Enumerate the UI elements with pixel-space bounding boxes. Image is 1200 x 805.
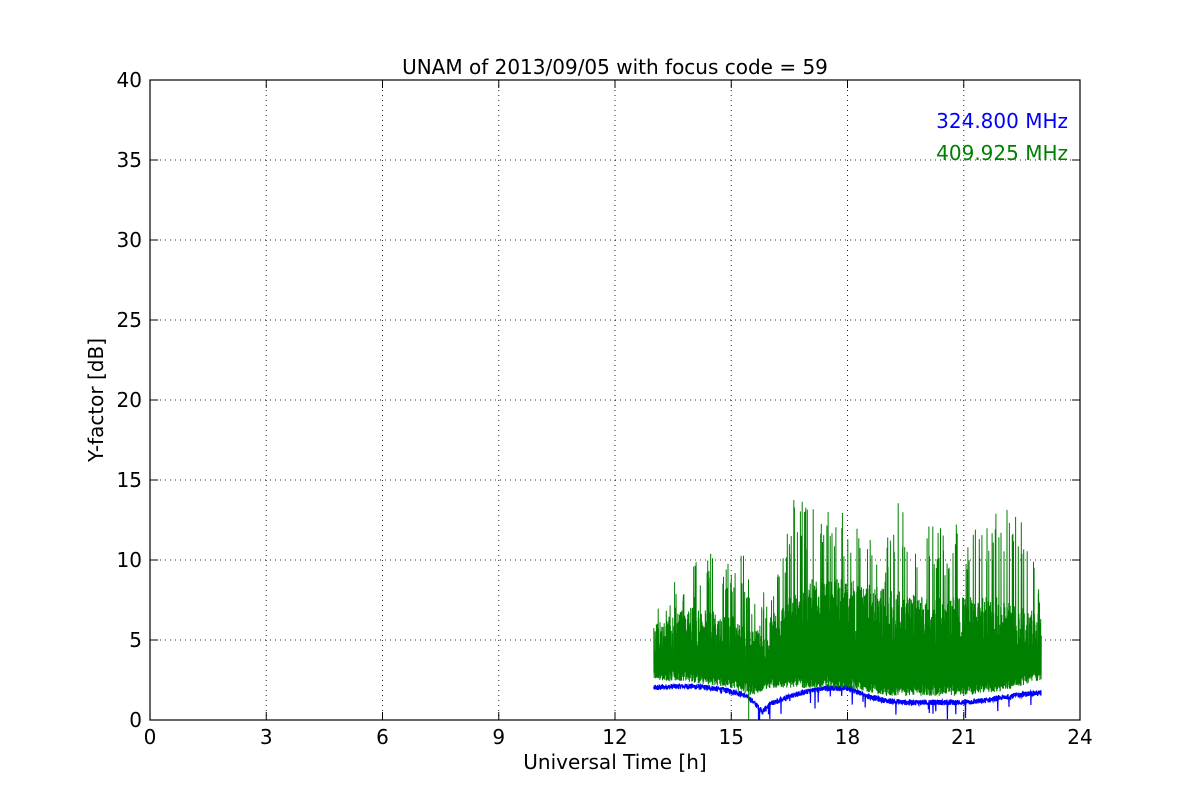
y-tick-label: 0 xyxy=(129,708,142,732)
x-tick-label: 24 xyxy=(1067,725,1092,749)
x-tick-label: 9 xyxy=(492,725,505,749)
y-tick-label: 5 xyxy=(129,628,142,652)
legend-entry-409-925-mhz: 409.925 MHz xyxy=(936,141,1068,165)
x-tick-label: 12 xyxy=(602,725,627,749)
x-tick-label: 18 xyxy=(835,725,860,749)
x-tick-label: 15 xyxy=(719,725,744,749)
legend-entry-324-800-mhz: 324.800 MHz xyxy=(936,109,1068,133)
y-tick-label: 10 xyxy=(117,548,142,572)
y-tick-label: 25 xyxy=(117,308,142,332)
y-tick-label: 35 xyxy=(117,148,142,172)
chart: 0 3 6 9 12 15 18 21 24 0 5 10 15 20 25 30 35 40 UNAM of 2… xyxy=(0,0,1200,800)
x-axis-label: Universal Time [h] xyxy=(523,750,706,774)
y-axis-label: Y-factor [dB] xyxy=(84,338,108,463)
y-tick-label: 15 xyxy=(117,468,142,492)
x-tick-label: 6 xyxy=(376,725,389,749)
x-tick-label: 3 xyxy=(260,725,273,749)
y-tick-label: 20 xyxy=(117,388,142,412)
chart-svg: 0 3 6 9 12 15 18 21 24 0 5 10 15 20 25 30 35 40 UNAM of 2… xyxy=(0,0,1200,800)
y-tick-label: 40 xyxy=(117,68,142,92)
x-tick-label: 21 xyxy=(951,725,976,749)
x-tick-label: 0 xyxy=(144,725,157,749)
y-tick-label: 30 xyxy=(117,228,142,252)
chart-title: UNAM of 2013/09/05 with focus code = 59 xyxy=(402,55,828,79)
